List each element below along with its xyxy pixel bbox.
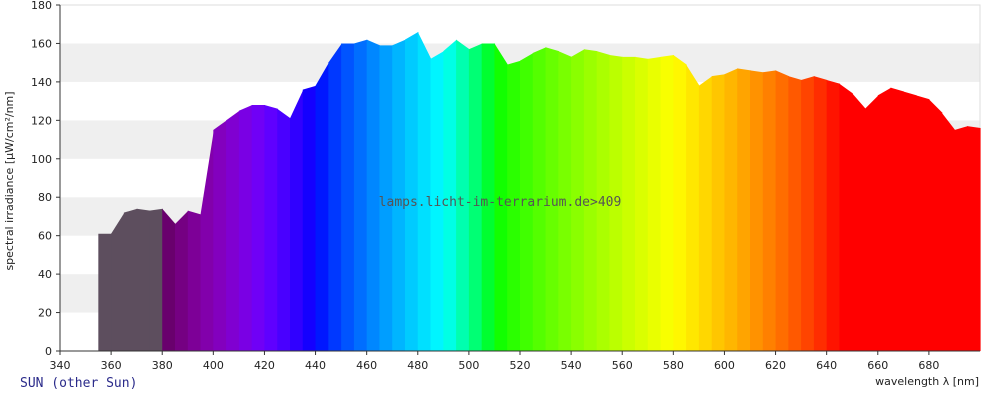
y-tick-label: 180 xyxy=(31,0,52,12)
spectrum-segment xyxy=(417,31,432,352)
spectrum-chart: 0 20 40 60 80 100 120 140 160 180 340 360 380 400 420 4… xyxy=(3,0,981,388)
x-tick-label: 600 xyxy=(714,359,735,372)
spectrum-segment xyxy=(852,93,866,351)
spectrum-segment xyxy=(226,110,240,351)
x-tick-label: 480 xyxy=(407,359,428,372)
spectrum-segment xyxy=(941,112,956,352)
spectrum-segment xyxy=(967,126,981,351)
spectrum-segment xyxy=(813,76,828,351)
spectrum-segment xyxy=(302,85,317,351)
spectrum-segment xyxy=(277,108,291,351)
x-tick-label: 560 xyxy=(612,359,633,372)
spectrum-segment xyxy=(839,83,853,352)
spectrum-segment xyxy=(903,91,917,351)
x-tick-label: 660 xyxy=(867,359,888,372)
spectrum-segment xyxy=(405,31,419,352)
y-tick-label: 80 xyxy=(38,191,52,204)
spectrum-segment xyxy=(290,89,304,352)
spectrum-segment xyxy=(686,64,700,351)
spectrum-segment xyxy=(762,70,777,351)
spectrum-segment xyxy=(890,87,904,352)
spectrum-segment xyxy=(775,70,789,351)
x-tick-label: 620 xyxy=(765,359,786,372)
y-tick-label: 0 xyxy=(45,345,52,358)
y-tick-label: 160 xyxy=(31,37,52,50)
spectrum-segment xyxy=(622,56,636,352)
spectrum-segment xyxy=(264,104,278,351)
x-tick-label: 680 xyxy=(918,359,939,372)
x-tick-label: 340 xyxy=(50,359,71,372)
spectrum-segment xyxy=(750,70,764,351)
spectrum-segment xyxy=(238,104,253,351)
spectrum-segment xyxy=(123,208,138,351)
x-tick-label: 400 xyxy=(203,359,224,372)
spectrum-segment xyxy=(954,126,968,351)
spectrum-segment xyxy=(111,212,125,351)
spectrum-segment xyxy=(928,99,943,351)
grid-band xyxy=(60,5,980,44)
spectrum-segment xyxy=(698,76,713,351)
spectrum-segment xyxy=(162,208,176,351)
spectrum-segment xyxy=(149,208,163,351)
y-tick-label: 120 xyxy=(31,114,52,127)
x-tick-label: 440 xyxy=(305,359,326,372)
spectrum-segment xyxy=(98,233,112,351)
y-tick-label: 140 xyxy=(31,76,52,89)
spectrum-segment xyxy=(187,210,202,351)
x-tick-label: 360 xyxy=(101,359,122,372)
y-tick-label: 40 xyxy=(38,268,52,281)
spectrum-segment xyxy=(353,39,368,351)
spectrum-segment xyxy=(328,43,342,351)
spectrum-segment xyxy=(175,210,189,351)
x-tick-label: 380 xyxy=(152,359,173,372)
spectrum-segment xyxy=(136,208,151,351)
y-tick-label: 100 xyxy=(31,153,52,166)
x-tick-label: 460 xyxy=(356,359,377,372)
y-tick-label: 20 xyxy=(38,307,52,320)
x-tick-label: 520 xyxy=(510,359,531,372)
spectrum-segment xyxy=(635,56,649,352)
spectrum-segment xyxy=(801,76,815,351)
spectrum-segment xyxy=(213,120,227,351)
spectrum-segment xyxy=(916,95,930,351)
spectrum-segment xyxy=(737,68,751,351)
y-axis-label: spectral irradiance [µW/cm²/nm] xyxy=(3,91,16,270)
spectrum-segment xyxy=(711,74,726,351)
spectrum-segment xyxy=(315,62,329,352)
x-tick-label: 580 xyxy=(663,359,684,372)
spectrum-segment xyxy=(341,43,355,351)
x-tick-label: 500 xyxy=(458,359,479,372)
lamp-caption: SUN (other Sun) xyxy=(20,376,138,391)
spectrum-segment xyxy=(660,54,674,351)
spectrum-segment xyxy=(647,56,662,352)
spectrum-segment xyxy=(673,54,687,351)
x-axis-label: wavelength λ [nm] xyxy=(875,375,979,388)
x-tick-label: 420 xyxy=(254,359,275,372)
y-tick-label: 60 xyxy=(38,230,52,243)
spectrum-segment xyxy=(788,76,802,351)
x-tick-label: 540 xyxy=(561,359,582,372)
watermark: lamps.licht-im-terrarium.de>409 xyxy=(379,195,622,210)
spectrum-segment xyxy=(251,104,266,351)
spectrum-segment xyxy=(877,87,892,352)
x-tick-label: 640 xyxy=(816,359,837,372)
spectrum-segment xyxy=(724,68,738,351)
spectrum-segment xyxy=(826,79,841,351)
spectrum-segment xyxy=(865,95,879,351)
